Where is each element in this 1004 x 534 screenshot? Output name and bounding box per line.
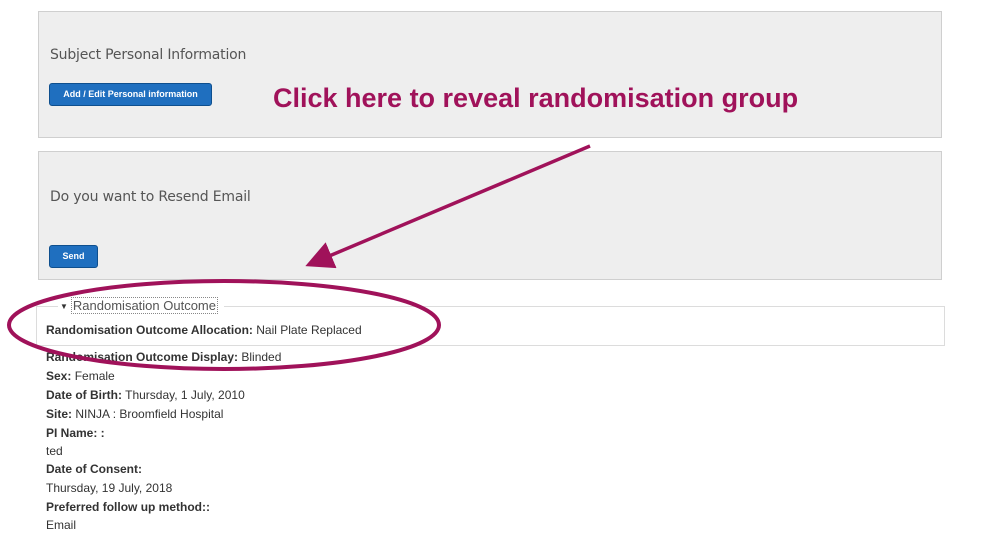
display-value: Blinded	[241, 350, 282, 364]
allocation-label: Randomisation Outcome Allocation:	[46, 323, 253, 337]
followup-label-row: Preferred follow up method::	[46, 500, 210, 514]
site-label: Site:	[46, 407, 73, 421]
resend-email-panel: Do you want to Resend Email Send	[38, 151, 942, 280]
followup-value: Email	[46, 518, 77, 532]
sex-label: Sex:	[46, 369, 72, 383]
dob-row: Date of Birth: Thursday, 1 July, 2010	[46, 388, 245, 402]
consent-label-row: Date of Consent:	[46, 462, 142, 476]
pi-name-label-row: PI Name: :	[46, 426, 105, 440]
allocation-row: Randomisation Outcome Allocation: Nail P…	[46, 323, 362, 337]
randomisation-outcome-legend: Randomisation Outcome	[70, 297, 218, 314]
dob-value: Thursday, 1 July, 2010	[125, 388, 245, 402]
display-label: Randomisation Outcome Display:	[46, 350, 239, 364]
dob-label: Date of Birth:	[46, 388, 122, 402]
personal-info-title: Subject Personal Information	[50, 47, 247, 63]
display-row: Randomisation Outcome Display: Blinded	[46, 350, 281, 364]
caret-down-icon: ▼	[60, 302, 68, 312]
site-row: Site: NINJA : Broomfield Hospital	[46, 407, 223, 421]
consent-value: Thursday, 19 July, 2018	[46, 481, 173, 495]
pi-name-label: PI Name: :	[46, 426, 105, 440]
consent-label: Date of Consent:	[46, 462, 142, 476]
site-value: NINJA : Broomfield Hospital	[75, 407, 224, 421]
send-button[interactable]: Send	[49, 245, 98, 268]
allocation-value: Nail Plate Replaced	[256, 323, 362, 337]
pi-name-value: ted	[46, 444, 63, 458]
annotation-callout-text: Click here to reveal randomisation group	[273, 83, 799, 113]
sex-value: Female	[74, 369, 115, 383]
sex-row: Sex: Female	[46, 369, 115, 383]
add-edit-personal-info-button[interactable]: Add / Edit Personal information	[49, 83, 212, 106]
randomisation-outcome-toggle[interactable]: ▼ Randomisation Outcome	[58, 297, 224, 314]
followup-label: Preferred follow up method::	[46, 500, 211, 514]
personal-info-panel: Subject Personal Information Add / Edit …	[38, 11, 942, 138]
resend-email-title: Do you want to Resend Email	[50, 189, 251, 205]
